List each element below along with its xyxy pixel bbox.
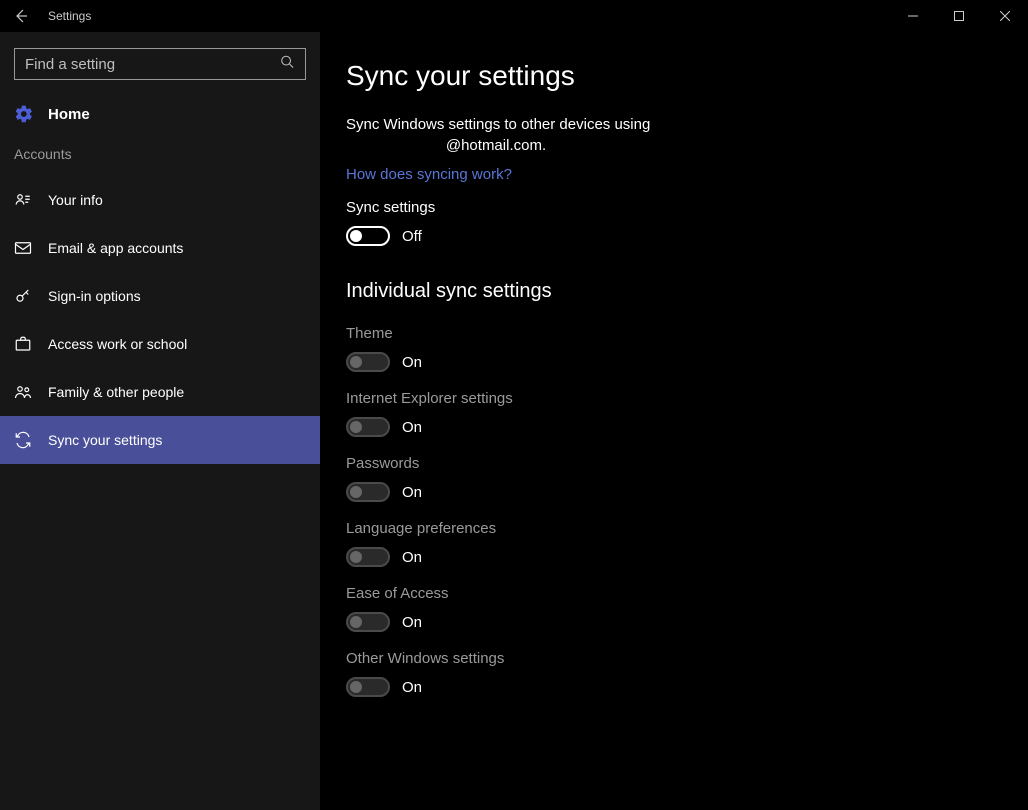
sidebar-item-label: Access work or school — [48, 336, 187, 352]
person-card-icon — [14, 191, 32, 209]
people-icon — [14, 383, 32, 401]
home-button[interactable]: Home — [0, 90, 320, 142]
briefcase-icon — [14, 335, 32, 353]
ease-of-access-state: On — [402, 614, 422, 631]
sidebar-item-sync-settings[interactable]: Sync your settings — [0, 416, 320, 464]
passwords-toggle[interactable] — [346, 482, 390, 502]
sync-settings-state: Off — [402, 228, 422, 245]
sidebar-item-label: Sync your settings — [48, 432, 162, 448]
sync-settings-toggle[interactable] — [346, 226, 390, 246]
language-label: Language preferences — [346, 520, 1028, 537]
passwords-state: On — [402, 484, 422, 501]
sidebar-item-family-people[interactable]: Family & other people — [0, 368, 320, 416]
key-icon — [14, 287, 32, 305]
gear-icon — [14, 104, 34, 124]
ie-settings-toggle[interactable] — [346, 417, 390, 437]
home-label: Home — [48, 106, 90, 123]
app-title: Settings — [48, 9, 91, 23]
titlebar: Settings — [0, 0, 1028, 32]
envelope-icon — [14, 239, 32, 257]
back-button[interactable] — [10, 5, 32, 27]
ease-of-access-toggle[interactable] — [346, 612, 390, 632]
theme-state: On — [402, 354, 422, 371]
search-input[interactable] — [14, 48, 306, 80]
sidebar: Home Accounts Your info Email & app acco… — [0, 32, 320, 810]
ease-of-access-label: Ease of Access — [346, 585, 1028, 602]
passwords-label: Passwords — [346, 455, 1028, 472]
individual-sync-title: Individual sync settings — [346, 280, 1028, 303]
language-state: On — [402, 549, 422, 566]
sidebar-item-access-work-school[interactable]: Access work or school — [0, 320, 320, 368]
sidebar-item-label: Sign-in options — [48, 288, 141, 304]
how-syncing-works-link[interactable]: How does syncing work? — [346, 166, 512, 183]
sidebar-item-your-info[interactable]: Your info — [0, 176, 320, 224]
sidebar-item-label: Your info — [48, 192, 103, 208]
close-button[interactable] — [982, 0, 1028, 32]
page-title: Sync your settings — [346, 60, 1028, 92]
sidebar-section-label: Accounts — [0, 142, 320, 176]
other-windows-toggle[interactable] — [346, 677, 390, 697]
search-icon — [280, 55, 294, 74]
main-content: Sync your settings Sync Windows settings… — [320, 32, 1028, 810]
sync-icon — [14, 431, 32, 449]
other-windows-state: On — [402, 679, 422, 696]
other-windows-label: Other Windows settings — [346, 650, 1028, 667]
sidebar-item-label: Email & app accounts — [48, 240, 183, 256]
sync-settings-label: Sync settings — [346, 199, 1028, 216]
maximize-button[interactable] — [936, 0, 982, 32]
sync-description: Sync Windows settings to other devices u… — [346, 114, 706, 156]
sidebar-item-label: Family & other people — [48, 384, 184, 400]
ie-settings-state: On — [402, 419, 422, 436]
sidebar-item-signin-options[interactable]: Sign-in options — [0, 272, 320, 320]
ie-settings-label: Internet Explorer settings — [346, 390, 1028, 407]
theme-toggle[interactable] — [346, 352, 390, 372]
minimize-button[interactable] — [890, 0, 936, 32]
theme-label: Theme — [346, 325, 1028, 342]
sidebar-item-email-accounts[interactable]: Email & app accounts — [0, 224, 320, 272]
language-toggle[interactable] — [346, 547, 390, 567]
